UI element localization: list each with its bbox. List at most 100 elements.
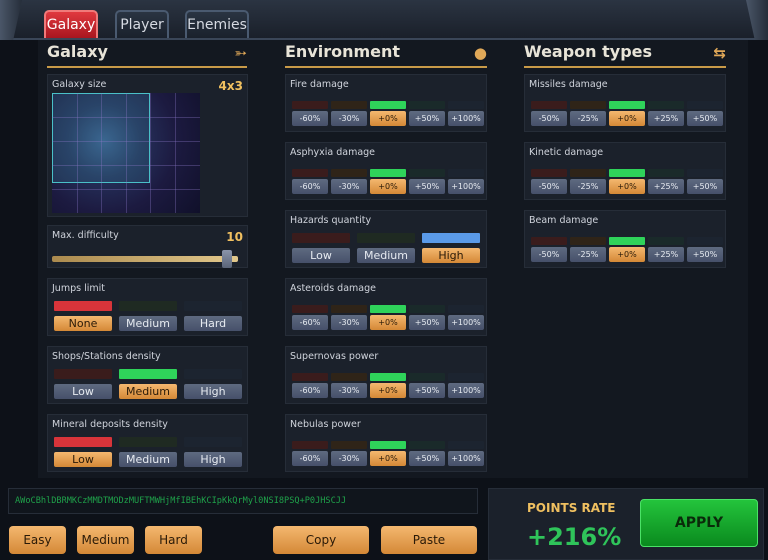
option-level-bar (648, 169, 684, 177)
tab-player[interactable]: Player (115, 10, 169, 38)
beam-damage-option-button[interactable]: -50% (531, 247, 567, 262)
supernovas-power-option-button[interactable]: +50% (409, 383, 445, 398)
missiles-damage-option-button[interactable]: +50% (687, 111, 723, 126)
asteroids-damage-option-button[interactable]: -60% (292, 315, 328, 330)
missiles-damage-option-button[interactable]: +25% (648, 111, 684, 126)
asphyxia-damage-option-button[interactable]: +50% (409, 179, 445, 194)
supernovas-power-option-button[interactable]: -60% (292, 383, 328, 398)
nebulas-power-panel: Nebulas power -60% -30% +0% +50% +100% (285, 414, 487, 472)
option-level-bar (370, 305, 406, 313)
option-level-bar (687, 169, 723, 177)
option-level-bar (331, 305, 367, 313)
settings-code-field[interactable]: AWoCBhlDBRMKCzMMDTMODzMUFTMWHjMfIBEhKCIp… (8, 488, 478, 514)
grid-line (52, 165, 200, 166)
asteroids-damage-option-button[interactable]: +50% (409, 315, 445, 330)
option-level-bar (687, 101, 723, 109)
tab-galaxy[interactable]: Galaxy (44, 10, 98, 38)
beam-damage-option-button[interactable]: +25% (648, 247, 684, 262)
preset-hard-button[interactable]: Hard (145, 526, 202, 554)
supernovas-power-option-button[interactable]: +0% (370, 383, 406, 398)
asphyxia-damage-option-button[interactable]: +100% (448, 179, 484, 194)
mineral-density-option-button[interactable]: High (184, 452, 242, 467)
supernovas-power-option-button[interactable]: +100% (448, 383, 484, 398)
galaxy-icon: ➳ (234, 44, 247, 62)
kinetic-damage-option-button[interactable]: +0% (609, 179, 645, 194)
missiles-damage-panel: Missiles damage -50% -25% +0% +25% +50% (524, 74, 726, 132)
asteroids-damage-option-button[interactable]: -30% (331, 315, 367, 330)
option-level-bar (531, 237, 567, 245)
nebulas-power-option-button[interactable]: -30% (331, 451, 367, 466)
missiles-damage-option-button[interactable]: +0% (609, 111, 645, 126)
fire-damage-option-button[interactable]: -60% (292, 111, 328, 126)
shops-density-option-button[interactable]: Low (54, 384, 112, 399)
nebulas-power-label: Nebulas power (290, 419, 361, 430)
beam-damage-label: Beam damage (529, 215, 599, 226)
mineral-density-option-button[interactable]: Low (54, 452, 112, 467)
hazards-quantity-option-button[interactable]: Low (292, 248, 350, 263)
paste-button[interactable]: Paste (381, 526, 477, 554)
hazards-quantity-option-button[interactable]: High (422, 248, 480, 263)
option-level-bar (687, 237, 723, 245)
kinetic-damage-option-button[interactable]: -50% (531, 179, 567, 194)
nebulas-power-option-button[interactable]: +50% (409, 451, 445, 466)
fire-damage-option-button[interactable]: +100% (448, 111, 484, 126)
nebulas-power-option-button[interactable]: -60% (292, 451, 328, 466)
kinetic-damage-option-button[interactable]: +50% (687, 179, 723, 194)
asteroids-damage-label: Asteroids damage (290, 283, 376, 294)
galaxy-map[interactable] (52, 93, 200, 213)
weapons-section-title: Weapon types ⇆ (524, 42, 726, 68)
shops-density-option-button[interactable]: High (184, 384, 242, 399)
asphyxia-damage-option-button[interactable]: -60% (292, 179, 328, 194)
hazards-quantity-option-button[interactable]: Medium (357, 248, 415, 263)
beam-damage-option-button[interactable]: +50% (687, 247, 723, 262)
apply-button[interactable]: APPLY (640, 499, 758, 547)
galaxy-size-label: Galaxy size (52, 79, 107, 90)
asteroids-damage-option-button[interactable]: +0% (370, 315, 406, 330)
shops-density-option-button[interactable]: Medium (119, 384, 177, 399)
preset-easy-button[interactable]: Easy (9, 526, 66, 554)
supernovas-power-option-button[interactable]: -30% (331, 383, 367, 398)
max-difficulty-panel: Max. difficulty 10 (47, 225, 248, 268)
galaxy-size-value: 4x3 (218, 79, 243, 93)
max-difficulty-value: 10 (226, 230, 243, 244)
option-level-bar (331, 373, 367, 381)
option-level-bar (357, 233, 415, 243)
frame-edge-right (746, 0, 768, 40)
max-difficulty-label: Max. difficulty (52, 230, 119, 241)
mineral-density-option-button[interactable]: Medium (119, 452, 177, 467)
missiles-damage-option-button[interactable]: -50% (531, 111, 567, 126)
option-level-bar (531, 169, 567, 177)
fire-damage-option-button[interactable]: -30% (331, 111, 367, 126)
copy-button[interactable]: Copy (273, 526, 369, 554)
kinetic-damage-label: Kinetic damage (529, 147, 604, 158)
asphyxia-damage-option-button[interactable]: -30% (331, 179, 367, 194)
difficulty-slider-handle[interactable] (222, 250, 232, 268)
nebulas-power-option-button[interactable]: +100% (448, 451, 484, 466)
jumps-limit-option-button[interactable]: None (54, 316, 112, 331)
kinetic-damage-option-button[interactable]: +25% (648, 179, 684, 194)
beam-damage-option-button[interactable]: +0% (609, 247, 645, 262)
jumps-limit-option-button[interactable]: Hard (184, 316, 242, 331)
grid-line (125, 93, 127, 213)
fire-damage-option-button[interactable]: +50% (409, 111, 445, 126)
mineral-density-label: Mineral deposits density (52, 419, 168, 430)
fire-damage-option-button[interactable]: +0% (370, 111, 406, 126)
jumps-limit-label: Jumps limit (52, 283, 105, 294)
nebulas-power-option-button[interactable]: +0% (370, 451, 406, 466)
preset-medium-button[interactable]: Medium (77, 526, 134, 554)
grid-line (52, 189, 200, 190)
option-level-bar (184, 369, 242, 379)
kinetic-damage-panel: Kinetic damage -50% -25% +0% +25% +50% (524, 142, 726, 200)
beam-damage-option-button[interactable]: -25% (570, 247, 606, 262)
tab-enemies[interactable]: Enemies (185, 10, 249, 38)
option-level-bar (570, 101, 606, 109)
shops-density-panel: Shops/Stations density Low Medium High (47, 346, 248, 404)
difficulty-slider[interactable] (52, 250, 238, 268)
option-level-bar (409, 169, 445, 177)
kinetic-damage-option-button[interactable]: -25% (570, 179, 606, 194)
jumps-limit-option-button[interactable]: Medium (119, 316, 177, 331)
asphyxia-damage-option-button[interactable]: +0% (370, 179, 406, 194)
asteroids-damage-option-button[interactable]: +100% (448, 315, 484, 330)
missiles-damage-option-button[interactable]: -25% (570, 111, 606, 126)
option-level-bar (609, 237, 645, 245)
